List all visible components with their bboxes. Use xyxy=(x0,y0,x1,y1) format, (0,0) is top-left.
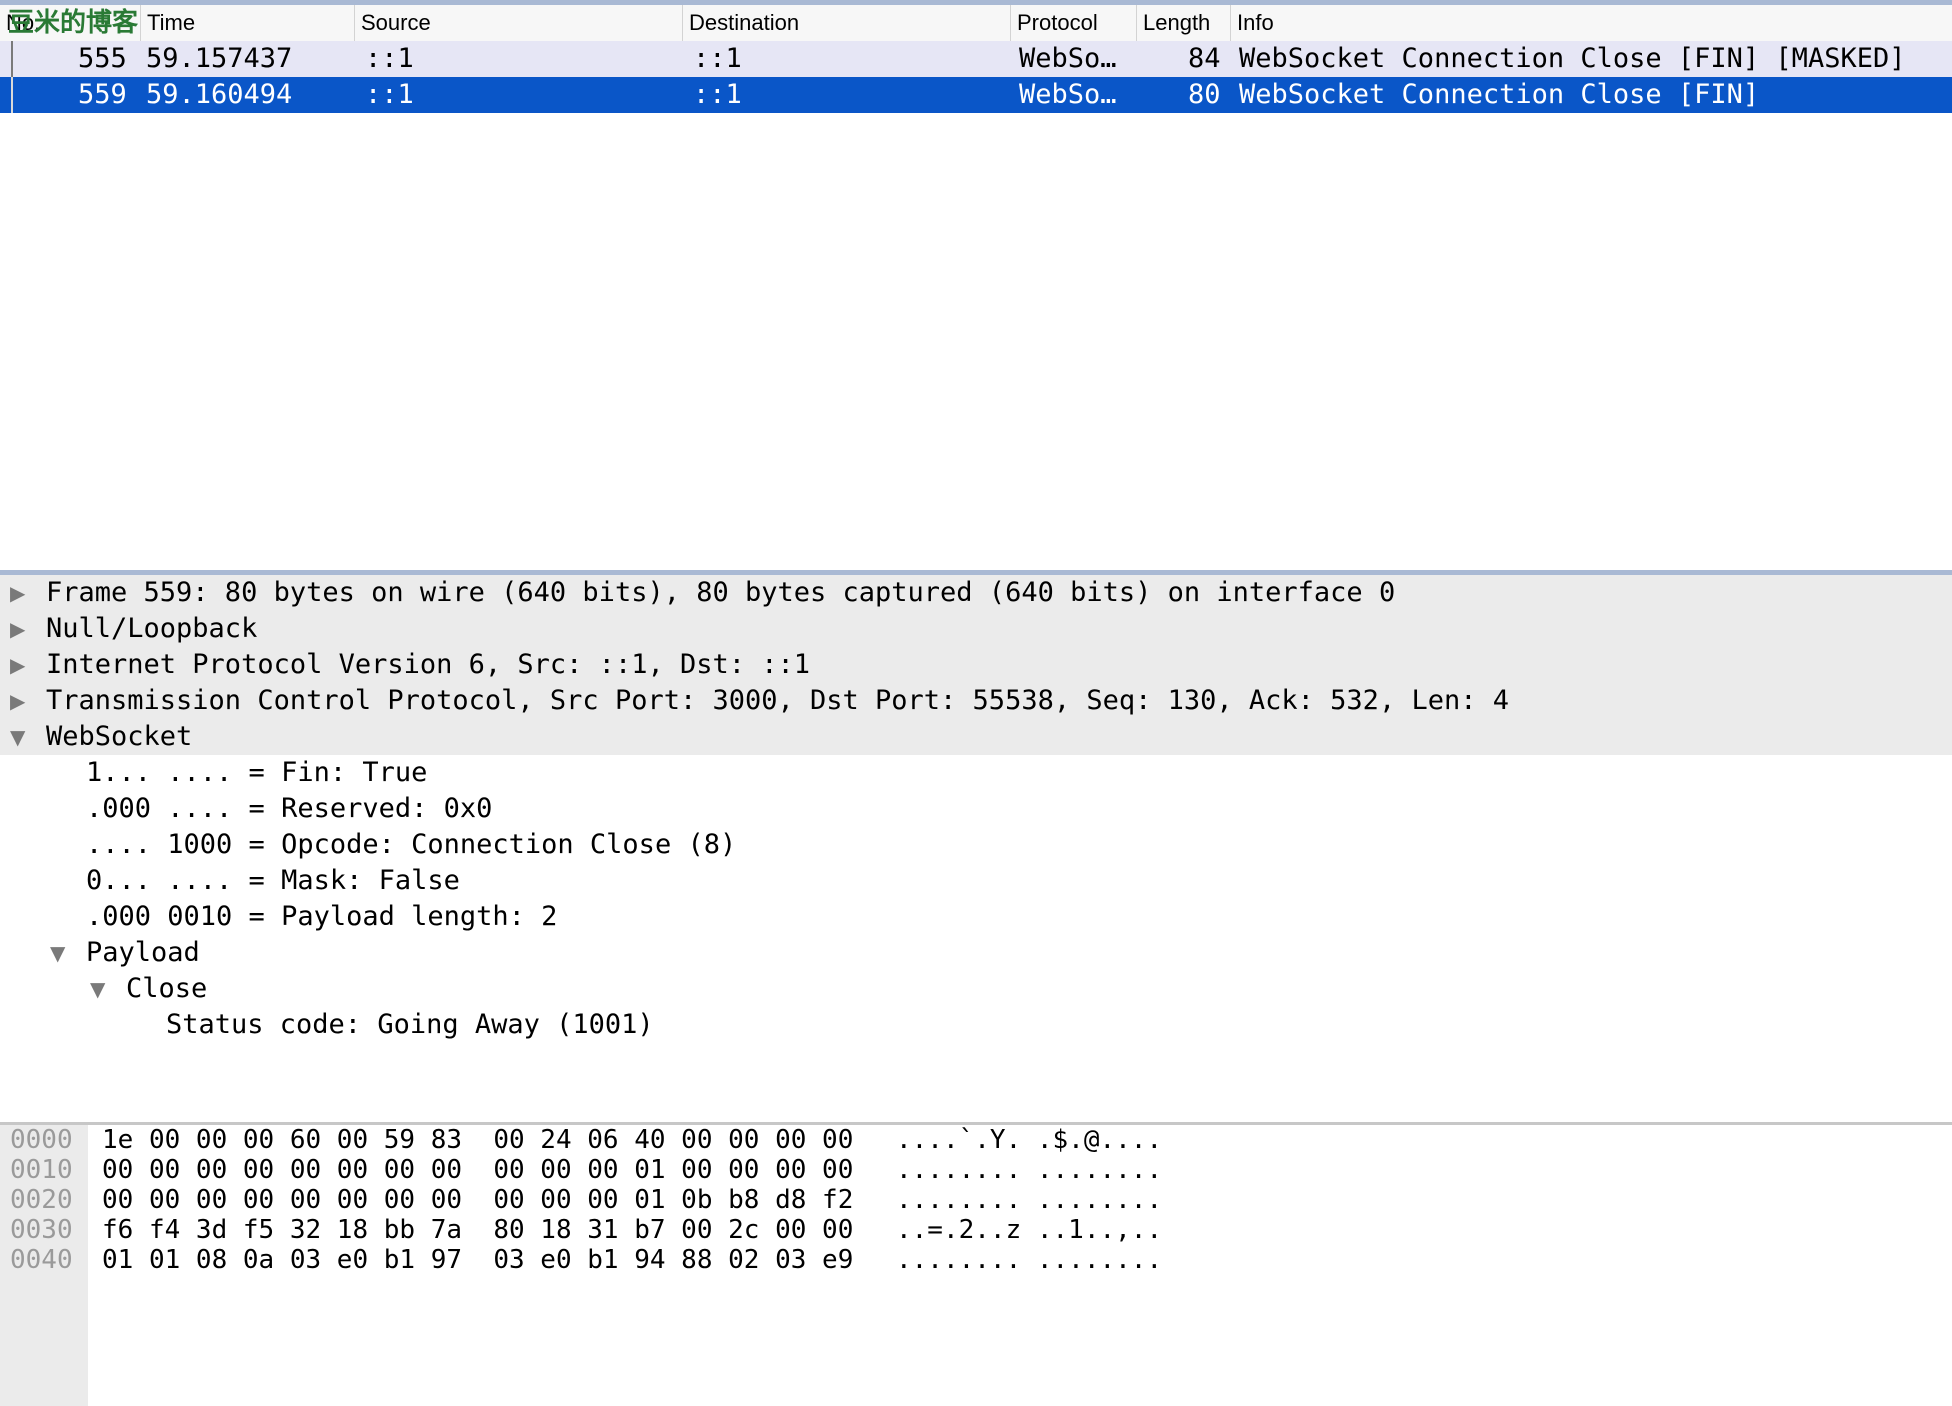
packet-list-header: No. Time Source Destination Protocol Len… xyxy=(0,5,1952,42)
packet-length: 80 xyxy=(1188,79,1221,110)
collapsed-triangle-icon[interactable]: ▶ xyxy=(10,611,25,647)
packet-destination: ::1 xyxy=(693,43,742,74)
packet-protocol: WebSo… xyxy=(1019,79,1117,110)
byte-offset: 0020 xyxy=(10,1185,73,1215)
packet-time: 59.157437 xyxy=(146,43,293,74)
tree-item-label: Null/Loopback xyxy=(46,613,258,644)
field-label: 0... .... = Mask: False xyxy=(86,865,460,896)
field-opcode[interactable]: .... 1000 = Opcode: Connection Close (8) xyxy=(0,827,1952,863)
packet-destination: ::1 xyxy=(693,79,742,110)
packet-time: 59.160494 xyxy=(146,79,293,110)
field-mask[interactable]: 0... .... = Mask: False xyxy=(0,863,1952,899)
expanded-triangle-icon[interactable]: ▼ xyxy=(10,719,25,755)
tree-item-label: Internet Protocol Version 6, Src: ::1, D… xyxy=(46,649,811,680)
bytes-row: 0040 01 01 08 0a 03 e0 b1 97 03 e0 b1 94… xyxy=(0,1245,1162,1275)
hex-bytes[interactable]: 00 00 00 00 00 00 00 00 00 00 00 01 0b b… xyxy=(102,1185,853,1215)
byte-offset: 0030 xyxy=(10,1215,73,1245)
column-header-info[interactable]: Info xyxy=(1230,5,1952,41)
tree-item-label: Transmission Control Protocol, Src Port:… xyxy=(46,685,1509,716)
packet-no: 555 xyxy=(78,43,127,74)
field-status-code[interactable]: Status code: Going Away (1001) xyxy=(0,1007,1952,1043)
field-label: .000 0010 = Payload length: 2 xyxy=(86,901,558,932)
ascii-bytes[interactable]: ........ ........ xyxy=(896,1185,1162,1215)
column-header-source[interactable]: Source xyxy=(354,5,682,41)
tree-item-tcp[interactable]: ▶ Transmission Control Protocol, Src Por… xyxy=(0,683,1952,719)
packet-length: 84 xyxy=(1188,43,1221,74)
hex-bytes[interactable]: 01 01 08 0a 03 e0 b1 97 03 e0 b1 94 88 0… xyxy=(102,1245,853,1275)
collapsed-triangle-icon[interactable]: ▶ xyxy=(10,647,25,683)
tree-item-close[interactable]: ▼ Close xyxy=(0,971,1952,1007)
hex-bytes[interactable]: 1e 00 00 00 60 00 59 83 00 24 06 40 00 0… xyxy=(102,1125,853,1155)
ascii-bytes[interactable]: ....`.Y. .$.@.... xyxy=(896,1125,1162,1155)
tree-item-payload[interactable]: ▼ Payload xyxy=(0,935,1952,971)
field-label: .... 1000 = Opcode: Connection Close (8) xyxy=(86,829,737,860)
packet-info: WebSocket Connection Close [FIN] xyxy=(1239,79,1760,110)
collapsed-triangle-icon[interactable]: ▶ xyxy=(10,575,25,611)
tree-item-label: Frame 559: 80 bytes on wire (640 bits), … xyxy=(46,577,1396,608)
tree-item-label: WebSocket xyxy=(46,721,193,752)
column-header-length[interactable]: Length xyxy=(1136,5,1230,41)
row-marker xyxy=(11,77,13,113)
tree-item-frame[interactable]: ▶ Frame 559: 80 bytes on wire (640 bits)… xyxy=(0,575,1952,611)
tree-item-label: Close xyxy=(126,973,208,1004)
byte-offset: 0040 xyxy=(10,1245,73,1275)
expanded-triangle-icon[interactable]: ▼ xyxy=(50,935,65,971)
ascii-bytes[interactable]: ..=.2..z ..1..,.. xyxy=(896,1215,1162,1245)
bytes-row: 0030 f6 f4 3d f5 32 18 bb 7a 80 18 31 b7… xyxy=(0,1215,1162,1245)
ascii-bytes[interactable]: ........ ........ xyxy=(896,1245,1162,1275)
tree-item-websocket[interactable]: ▼ WebSocket xyxy=(0,719,1952,755)
tree-item-null-loopback[interactable]: ▶ Null/Loopback xyxy=(0,611,1952,647)
bytes-row: 0020 00 00 00 00 00 00 00 00 00 00 00 01… xyxy=(0,1185,1162,1215)
byte-offset: 0010 xyxy=(10,1155,73,1185)
tree-item-ipv6[interactable]: ▶ Internet Protocol Version 6, Src: ::1,… xyxy=(0,647,1952,683)
packet-protocol: WebSo… xyxy=(1019,43,1117,74)
field-label: 1... .... = Fin: True xyxy=(86,757,428,788)
packet-source: ::1 xyxy=(365,43,414,74)
ascii-bytes[interactable]: ........ ........ xyxy=(896,1155,1162,1185)
field-reserved[interactable]: .000 .... = Reserved: 0x0 xyxy=(0,791,1952,827)
bytes-row: 0000 1e 00 00 00 60 00 59 83 00 24 06 40… xyxy=(0,1125,1162,1155)
column-header-no[interactable]: No. xyxy=(0,5,140,41)
row-marker xyxy=(11,41,13,77)
field-fin[interactable]: 1... .... = Fin: True xyxy=(0,755,1952,791)
packet-no: 559 xyxy=(78,79,127,110)
expanded-triangle-icon[interactable]: ▼ xyxy=(90,971,105,1007)
column-header-destination[interactable]: Destination xyxy=(682,5,1010,41)
hex-bytes[interactable]: 00 00 00 00 00 00 00 00 00 00 00 01 00 0… xyxy=(102,1155,853,1185)
hex-bytes[interactable]: f6 f4 3d f5 32 18 bb 7a 80 18 31 b7 00 2… xyxy=(102,1215,853,1245)
packet-row-555[interactable]: 555 59.157437 ::1 ::1 WebSo… 84 WebSocke… xyxy=(0,41,1952,77)
field-label: .000 .... = Reserved: 0x0 xyxy=(86,793,493,824)
packet-bytes-pane: 0000 1e 00 00 00 60 00 59 83 00 24 06 40… xyxy=(0,1125,1952,1406)
packet-source: ::1 xyxy=(365,79,414,110)
packet-row-559-selected[interactable]: 559 59.160494 ::1 ::1 WebSo… 80 WebSocke… xyxy=(0,77,1952,113)
bytes-row: 0010 00 00 00 00 00 00 00 00 00 00 00 01… xyxy=(0,1155,1162,1185)
field-payload-length[interactable]: .000 0010 = Payload length: 2 xyxy=(0,899,1952,935)
packet-info: WebSocket Connection Close [FIN] [MASKED… xyxy=(1239,43,1906,74)
column-header-time[interactable]: Time xyxy=(140,5,354,41)
byte-offset: 0000 xyxy=(10,1125,73,1155)
column-header-protocol[interactable]: Protocol xyxy=(1010,5,1136,41)
tree-item-label: Payload xyxy=(86,937,200,968)
field-label: Status code: Going Away (1001) xyxy=(166,1009,654,1040)
collapsed-triangle-icon[interactable]: ▶ xyxy=(10,683,25,719)
packet-list-pane: No. Time Source Destination Protocol Len… xyxy=(0,0,1952,570)
packet-details-pane: ▶ Frame 559: 80 bytes on wire (640 bits)… xyxy=(0,575,1952,1122)
